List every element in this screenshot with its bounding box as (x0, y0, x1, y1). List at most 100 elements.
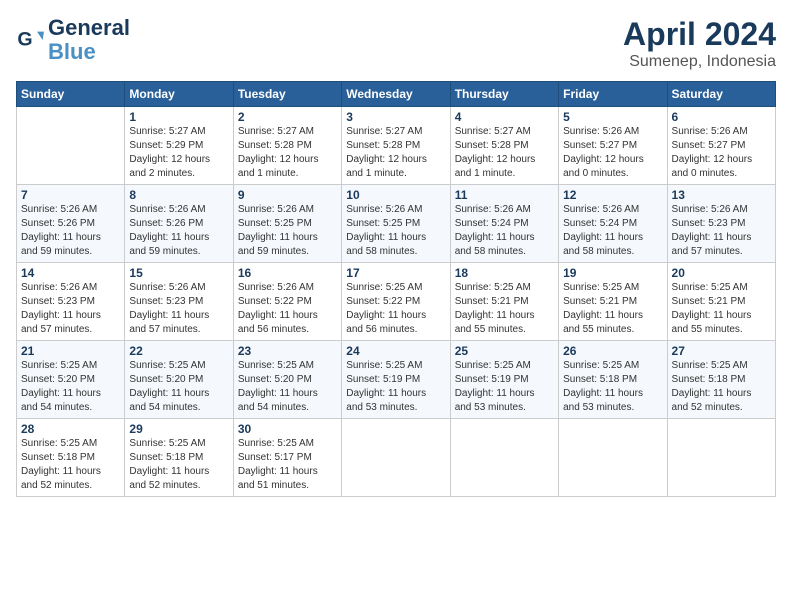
day-number: 4 (455, 110, 554, 124)
day-number: 15 (129, 266, 228, 280)
day-number: 23 (238, 344, 337, 358)
calendar-cell (450, 419, 558, 497)
day-info: Sunrise: 5:25 AM Sunset: 5:18 PM Dayligh… (129, 437, 228, 493)
location-subtitle: Sumenep, Indonesia (623, 53, 776, 71)
calendar-cell: 17Sunrise: 5:25 AM Sunset: 5:22 PM Dayli… (342, 263, 450, 341)
day-number: 7 (21, 188, 120, 202)
weekday-tuesday: Tuesday (233, 82, 341, 107)
day-info: Sunrise: 5:25 AM Sunset: 5:20 PM Dayligh… (238, 359, 337, 415)
day-number: 27 (672, 344, 771, 358)
day-info: Sunrise: 5:25 AM Sunset: 5:21 PM Dayligh… (455, 281, 554, 337)
calendar-cell: 27Sunrise: 5:25 AM Sunset: 5:18 PM Dayli… (667, 341, 775, 419)
day-info: Sunrise: 5:26 AM Sunset: 5:27 PM Dayligh… (672, 125, 771, 181)
page-header: G GeneralBlue April 2024 Sumenep, Indone… (16, 16, 776, 71)
day-number: 24 (346, 344, 445, 358)
calendar-cell: 12Sunrise: 5:26 AM Sunset: 5:24 PM Dayli… (559, 185, 667, 263)
weekday-saturday: Saturday (667, 82, 775, 107)
weekday-header-row: SundayMondayTuesdayWednesdayThursdayFrid… (17, 82, 776, 107)
day-number: 17 (346, 266, 445, 280)
day-number: 12 (563, 188, 662, 202)
day-info: Sunrise: 5:25 AM Sunset: 5:19 PM Dayligh… (346, 359, 445, 415)
calendar-table: SundayMondayTuesdayWednesdayThursdayFrid… (16, 81, 776, 497)
day-info: Sunrise: 5:25 AM Sunset: 5:21 PM Dayligh… (563, 281, 662, 337)
calendar-cell: 20Sunrise: 5:25 AM Sunset: 5:21 PM Dayli… (667, 263, 775, 341)
calendar-cell (559, 419, 667, 497)
day-number: 21 (21, 344, 120, 358)
calendar-cell: 2Sunrise: 5:27 AM Sunset: 5:28 PM Daylig… (233, 107, 341, 185)
calendar-cell: 8Sunrise: 5:26 AM Sunset: 5:26 PM Daylig… (125, 185, 233, 263)
weekday-sunday: Sunday (17, 82, 125, 107)
day-info: Sunrise: 5:25 AM Sunset: 5:17 PM Dayligh… (238, 437, 337, 493)
day-number: 29 (129, 422, 228, 436)
day-number: 1 (129, 110, 228, 124)
day-info: Sunrise: 5:26 AM Sunset: 5:25 PM Dayligh… (238, 203, 337, 259)
calendar-cell: 5Sunrise: 5:26 AM Sunset: 5:27 PM Daylig… (559, 107, 667, 185)
logo-text: GeneralBlue (48, 16, 130, 64)
day-info: Sunrise: 5:27 AM Sunset: 5:29 PM Dayligh… (129, 125, 228, 181)
day-info: Sunrise: 5:26 AM Sunset: 5:23 PM Dayligh… (672, 203, 771, 259)
calendar-week-row: 21 Sunrise: 5:25 AM Sunset: 5:20 PM Dayli… (17, 341, 776, 419)
day-info: Sunrise: 5:26 AM Sunset: 5:26 PM Dayligh… (21, 203, 120, 259)
calendar-week-row: 28Sunrise: 5:25 AM Sunset: 5:18 PM Dayli… (17, 419, 776, 497)
logo-icon: G (16, 26, 44, 54)
day-number: 13 (672, 188, 771, 202)
day-info: Sunrise: 5:26 AM Sunset: 5:23 PM Dayligh… (21, 281, 120, 337)
calendar-cell: 1Sunrise: 5:27 AM Sunset: 5:29 PM Daylig… (125, 107, 233, 185)
day-info: Sunrise: 5:25 AM Sunset: 5:20 PM Dayligh… (129, 359, 228, 415)
day-number: 18 (455, 266, 554, 280)
calendar-cell: 3Sunrise: 5:27 AM Sunset: 5:28 PM Daylig… (342, 107, 450, 185)
day-info: Sunrise: 5:27 AM Sunset: 5:28 PM Dayligh… (455, 125, 554, 181)
calendar-cell: 18Sunrise: 5:25 AM Sunset: 5:21 PM Dayli… (450, 263, 558, 341)
day-info: Sunrise: 5:26 AM Sunset: 5:24 PM Dayligh… (455, 203, 554, 259)
calendar-cell (342, 419, 450, 497)
calendar-cell: 7Sunrise: 5:26 AM Sunset: 5:26 PM Daylig… (17, 185, 125, 263)
title-block: April 2024 Sumenep, Indonesia (623, 16, 776, 71)
day-number: 20 (672, 266, 771, 280)
day-info: Sunrise: 5:26 AM Sunset: 5:23 PM Dayligh… (129, 281, 228, 337)
day-number: 19 (563, 266, 662, 280)
weekday-monday: Monday (125, 82, 233, 107)
day-number: 22 (129, 344, 228, 358)
day-info: Sunrise: 5:26 AM Sunset: 5:25 PM Dayligh… (346, 203, 445, 259)
day-info: Sunrise: 5:25 AM Sunset: 5:19 PM Dayligh… (455, 359, 554, 415)
day-info: Sunrise: 5:25 AM Sunset: 5:21 PM Dayligh… (672, 281, 771, 337)
calendar-cell: 13Sunrise: 5:26 AM Sunset: 5:23 PM Dayli… (667, 185, 775, 263)
calendar-cell (667, 419, 775, 497)
calendar-cell: 28Sunrise: 5:25 AM Sunset: 5:18 PM Dayli… (17, 419, 125, 497)
day-number: 28 (21, 422, 120, 436)
calendar-page: G GeneralBlue April 2024 Sumenep, Indone… (0, 0, 792, 612)
day-number: 26 (563, 344, 662, 358)
day-number: 2 (238, 110, 337, 124)
calendar-week-row: 14Sunrise: 5:26 AM Sunset: 5:23 PM Dayli… (17, 263, 776, 341)
calendar-cell: 6Sunrise: 5:26 AM Sunset: 5:27 PM Daylig… (667, 107, 775, 185)
month-title: April 2024 (623, 16, 776, 53)
day-number: 25 (455, 344, 554, 358)
logo: G GeneralBlue (16, 16, 130, 64)
calendar-cell: 29Sunrise: 5:25 AM Sunset: 5:18 PM Dayli… (125, 419, 233, 497)
day-number: 6 (672, 110, 771, 124)
calendar-cell: 22Sunrise: 5:25 AM Sunset: 5:20 PM Dayli… (125, 341, 233, 419)
calendar-cell: 26Sunrise: 5:25 AM Sunset: 5:18 PM Dayli… (559, 341, 667, 419)
day-info: Sunrise: 5:25 AM Sunset: 5:18 PM Dayligh… (563, 359, 662, 415)
svg-text:G: G (17, 29, 32, 51)
day-info: Sunrise: 5:27 AM Sunset: 5:28 PM Dayligh… (238, 125, 337, 181)
day-info: Sunrise: 5:26 AM Sunset: 5:27 PM Dayligh… (563, 125, 662, 181)
day-info: Sunrise: 5:26 AM Sunset: 5:26 PM Dayligh… (129, 203, 228, 259)
day-number: 10 (346, 188, 445, 202)
day-number: 30 (238, 422, 337, 436)
day-info: Sunrise: 5:25 AM Sunset: 5:22 PM Dayligh… (346, 281, 445, 337)
calendar-cell: 10Sunrise: 5:26 AM Sunset: 5:25 PM Dayli… (342, 185, 450, 263)
day-info: Sunrise: 5:25 AM Sunset: 5:18 PM Dayligh… (21, 437, 120, 493)
day-number: 11 (455, 188, 554, 202)
calendar-cell: 24Sunrise: 5:25 AM Sunset: 5:19 PM Dayli… (342, 341, 450, 419)
calendar-cell: 11Sunrise: 5:26 AM Sunset: 5:24 PM Dayli… (450, 185, 558, 263)
day-number: 5 (563, 110, 662, 124)
day-info: Sunrise: 5:26 AM Sunset: 5:22 PM Dayligh… (238, 281, 337, 337)
day-number: 9 (238, 188, 337, 202)
day-info: Sunrise: 5:25 AM Sunset: 5:18 PM Dayligh… (672, 359, 771, 415)
calendar-cell: 21Sunrise: 5:25 AM Sunset: 5:20 PM Dayli… (17, 341, 125, 419)
day-info: Sunrise: 5:26 AM Sunset: 5:24 PM Dayligh… (563, 203, 662, 259)
calendar-cell: 23Sunrise: 5:25 AM Sunset: 5:20 PM Dayli… (233, 341, 341, 419)
calendar-cell: 15Sunrise: 5:26 AM Sunset: 5:23 PM Dayli… (125, 263, 233, 341)
calendar-cell (17, 107, 125, 185)
